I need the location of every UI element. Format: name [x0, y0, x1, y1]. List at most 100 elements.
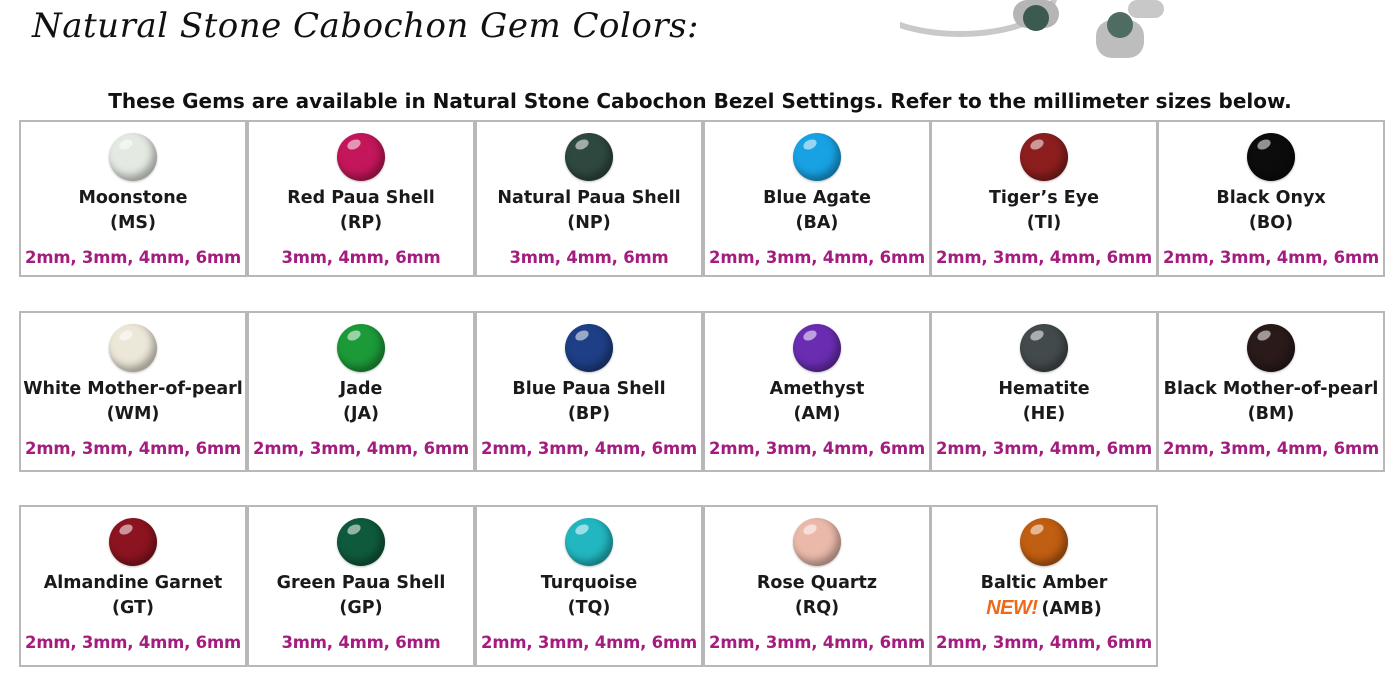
gem-sizes: 2mm, 3mm, 4mm, 6mm: [936, 248, 1152, 267]
gem-code: (BO): [1159, 211, 1383, 235]
gem-code-text: (GT): [112, 598, 154, 618]
gem-name: Moonstone: [78, 188, 188, 208]
gem-card: Tiger’s Eye (TI) 2mm, 3mm, 4mm, 6mm: [930, 120, 1158, 277]
gem-code: (BA): [705, 211, 929, 235]
gem-code: (WM): [21, 402, 245, 426]
gem-sizes: 2mm, 3mm, 4mm, 6mm: [25, 633, 241, 652]
gem-sizes: 2mm, 3mm, 4mm, 6mm: [936, 439, 1152, 458]
gem-name: Baltic Amber: [980, 573, 1108, 593]
gem-card: Green Paua Shell (GP) 3mm, 4mm, 6mm: [247, 505, 475, 667]
gem-sizes: 2mm, 3mm, 4mm, 6mm: [936, 633, 1152, 652]
gem-code-text: (MS): [109, 213, 156, 233]
gem-code-text: (BO): [1248, 213, 1294, 233]
gem-code: (JA): [249, 402, 473, 426]
gem-card: Almandine Garnet (GT) 2mm, 3mm, 4mm, 6mm: [19, 505, 247, 667]
gem-code: (BM): [1159, 402, 1383, 426]
gem-code-text: (WM): [106, 404, 160, 424]
gem-card: Red Paua Shell (RP) 3mm, 4mm, 6mm: [247, 120, 475, 277]
gem-swatch-icon: [1020, 518, 1068, 566]
gem-code: (TI): [932, 211, 1156, 235]
gem-swatch-icon: [793, 518, 841, 566]
gem-swatch-icon: [109, 324, 157, 372]
gem-swatch-icon: [337, 324, 385, 372]
gem-swatch-icon: [1020, 133, 1068, 181]
gem-card: White Mother-of-pearl (WM) 2mm, 3mm, 4mm, …: [19, 311, 247, 472]
gem-name: Turquoise: [540, 573, 638, 593]
gem-code-text: (RQ): [794, 598, 840, 618]
gem-name: Black Mother-of-pearl: [1163, 379, 1379, 399]
gem-code: (MS): [21, 211, 245, 235]
gem-card: Moonstone (MS) 2mm, 3mm, 4mm, 6mm: [19, 120, 247, 277]
gem-name: Red Paua Shell: [287, 188, 435, 208]
gem-name: Jade: [339, 379, 383, 399]
gem-name: Green Paua Shell: [276, 573, 446, 593]
gem-card: Blue Agate (BA) 2mm, 3mm, 4mm, 6mm: [703, 120, 931, 277]
gem-name: Hematite: [998, 379, 1090, 399]
gem-sizes: 2mm, 3mm, 4mm, 6mm: [1163, 248, 1379, 267]
gem-card: Jade (JA) 2mm, 3mm, 4mm, 6mm: [247, 311, 475, 472]
gem-swatch-icon: [565, 324, 613, 372]
gem-sizes: 2mm, 3mm, 4mm, 6mm: [709, 633, 925, 652]
gem-code-text: (HE): [1022, 404, 1066, 424]
gem-name: White Mother-of-pearl: [23, 379, 243, 399]
gem-card: Blue Paua Shell (BP) 2mm, 3mm, 4mm, 6mm: [475, 311, 703, 472]
gem-code: (NP): [477, 211, 701, 235]
gem-card: Rose Quartz (RQ) 2mm, 3mm, 4mm, 6mm: [703, 505, 931, 667]
gem-sizes: 2mm, 3mm, 4mm, 6mm: [25, 439, 241, 458]
page-title: Natural Stone Cabochon Gem Colors:: [32, 6, 699, 46]
gem-sizes: 3mm, 4mm, 6mm: [281, 248, 441, 267]
gem-name: Amethyst: [769, 379, 865, 399]
gem-swatch-icon: [565, 518, 613, 566]
gem-sizes: 2mm, 3mm, 4mm, 6mm: [481, 633, 697, 652]
gem-code-text: (BP): [567, 404, 611, 424]
gem-card: Hematite (HE) 2mm, 3mm, 4mm, 6mm: [930, 311, 1158, 472]
gem-name: Rose Quartz: [756, 573, 878, 593]
gem-card: Turquoise (TQ) 2mm, 3mm, 4mm, 6mm: [475, 505, 703, 667]
gem-code: (GP): [249, 596, 473, 620]
gem-code: (RP): [249, 211, 473, 235]
gem-swatch-icon: [337, 518, 385, 566]
gem-name: Black Onyx: [1216, 188, 1326, 208]
gem-sizes: 2mm, 3mm, 4mm, 6mm: [709, 248, 925, 267]
gem-swatch-icon: [1247, 133, 1295, 181]
gem-name: Natural Paua Shell: [497, 188, 681, 208]
gem-name: Blue Agate: [763, 188, 871, 208]
gem-code: (GT): [21, 596, 245, 620]
new-badge: NEW!: [986, 597, 1038, 619]
gem-card: Black Mother-of-pearl (BM) 2mm, 3mm, 4mm, …: [1157, 311, 1385, 472]
gem-name: Almandine Garnet: [43, 573, 223, 593]
gem-code: (RQ): [705, 596, 929, 620]
gem-sizes: 2mm, 3mm, 4mm, 6mm: [481, 439, 697, 458]
gem-code: NEW! (AMB): [932, 596, 1156, 621]
gem-card: Amethyst (AM) 2mm, 3mm, 4mm, 6mm: [703, 311, 931, 472]
subtitle: These Gems are available in Natural Ston…: [108, 89, 1292, 113]
gem-code: (BP): [477, 402, 701, 426]
gem-code-text: (AMB): [1041, 599, 1102, 619]
gem-name: Tiger’s Eye: [988, 188, 1100, 208]
gem-swatch-icon: [565, 133, 613, 181]
gem-sizes: 2mm, 3mm, 4mm, 6mm: [1163, 439, 1379, 458]
gem-card: Natural Paua Shell (NP) 3mm, 4mm, 6mm: [475, 120, 703, 277]
gem-swatch-icon: [793, 133, 841, 181]
gem-card: Black Onyx (BO) 2mm, 3mm, 4mm, 6mm: [1157, 120, 1385, 277]
gem-sizes: 3mm, 4mm, 6mm: [509, 248, 669, 267]
gem-code-text: (AM): [793, 404, 841, 424]
gem-code-text: (NP): [567, 213, 611, 233]
gem-code-text: (BM): [1247, 404, 1295, 424]
gem-code: (AM): [705, 402, 929, 426]
gem-swatch-icon: [109, 133, 157, 181]
gem-sizes: 2mm, 3mm, 4mm, 6mm: [253, 439, 469, 458]
gem-sizes: 2mm, 3mm, 4mm, 6mm: [25, 248, 241, 267]
gem-card: Baltic Amber NEW! (AMB) 2mm, 3mm, 4mm, 6mm: [930, 505, 1158, 667]
gem-code-text: (TI): [1026, 213, 1062, 233]
gem-code: (HE): [932, 402, 1156, 426]
gem-sizes: 3mm, 4mm, 6mm: [281, 633, 441, 652]
gem-code-text: (TQ): [567, 598, 611, 618]
gem-code-text: (JA): [342, 404, 380, 424]
gem-swatch-icon: [337, 133, 385, 181]
gem-name: Blue Paua Shell: [512, 379, 666, 399]
gem-code-text: (GP): [339, 598, 383, 618]
gem-code-text: (RP): [339, 213, 383, 233]
gem-code-text: (BA): [795, 213, 839, 233]
gem-sizes: 2mm, 3mm, 4mm, 6mm: [709, 439, 925, 458]
